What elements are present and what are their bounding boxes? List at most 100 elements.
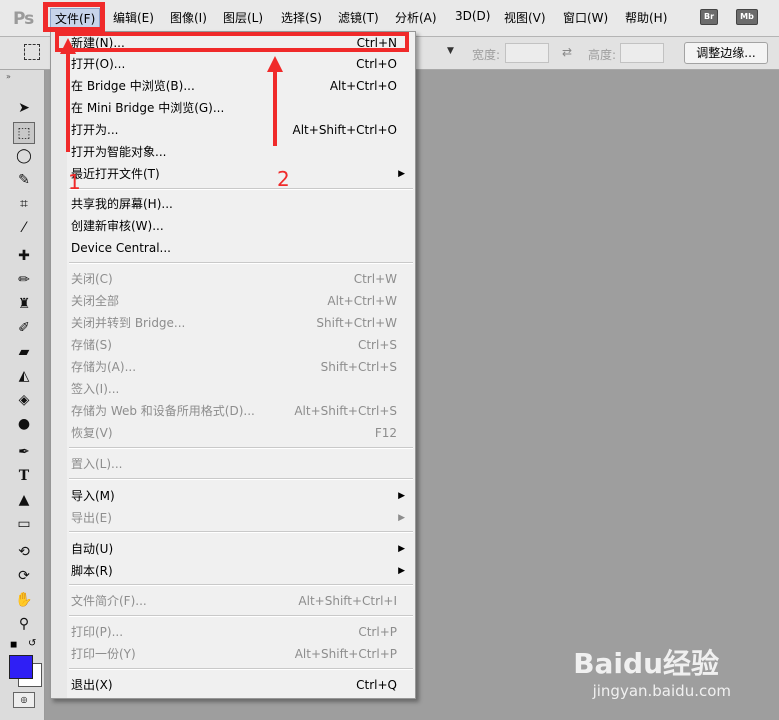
menu-item-automate[interactable]: 自动(U) ▶ (71, 539, 411, 559)
annotation-number-1: 1 (68, 170, 81, 194)
menu-analysis[interactable]: 分析(A) (395, 9, 437, 26)
blur-tool-icon[interactable]: ◈ (13, 390, 35, 410)
brush-tool-icon[interactable]: ✏ (13, 270, 35, 290)
submenu-arrow-icon: ▶ (398, 544, 405, 554)
menu-window[interactable]: 窗口(W) (563, 9, 608, 26)
file-menu-dropdown: 新建(N)... Ctrl+N 打开(O)... Ctrl+O 在 Bridge 中… (50, 31, 416, 699)
healing-brush-tool-icon[interactable]: ✚ (13, 246, 35, 266)
menu-item-close-go-bridge[interactable]: 关闭并转到 Bridge... Shift+Ctrl+W (71, 313, 411, 333)
toolbox: » ➤ ⬚ ◯ ✎ ⌗ ⁄ ✚ ✏ ♜ ✐ ▰ ◭ ◈ ● ✒ T ▲ ▭ ⟲ … (0, 70, 45, 720)
menu-item-save-as[interactable]: 存储为(A)... Shift+Ctrl+S (71, 357, 411, 377)
menu-image[interactable]: 图像(I) (170, 9, 207, 26)
submenu-arrow-icon: ▶ (398, 513, 405, 523)
menu-help[interactable]: 帮助(H) (625, 9, 667, 26)
menu-item-share-screen[interactable]: 共享我的屏幕(H)... (71, 194, 411, 214)
clone-stamp-tool-icon[interactable]: ♜ (13, 294, 35, 314)
history-brush-tool-icon[interactable]: ✐ (13, 318, 35, 338)
menu-separator (69, 478, 413, 480)
style-dropdown-icon[interactable]: ▼ (447, 46, 454, 56)
zoom-tool-icon[interactable]: ⚲ (13, 614, 35, 634)
menu-item-print[interactable]: 打印(P)... Ctrl+P (71, 622, 411, 642)
swap-icon[interactable]: ⇄ (562, 45, 572, 59)
menu-separator (69, 188, 413, 190)
menu-item-open[interactable]: 打开(O)... Ctrl+O (71, 54, 411, 74)
default-colors-icon[interactable]: ◼ (10, 640, 17, 650)
marquee-preset-icon[interactable] (24, 44, 40, 60)
menu-layer[interactable]: 图层(L) (223, 9, 263, 26)
3d-orbit-tool-icon[interactable]: ⟳ (13, 566, 35, 586)
paint-bucket-tool-icon[interactable]: ◭ (13, 366, 35, 386)
menu-item-save-for-web[interactable]: 存储为 Web 和设备所用格式(D)... Alt+Shift+Ctrl+S (71, 401, 411, 421)
menu-item-open-smart-object[interactable]: 打开为智能对象... (71, 142, 411, 162)
pen-tool-icon[interactable]: ✒ (13, 442, 35, 462)
arrow-head-1-icon (60, 38, 76, 54)
menu-3d[interactable]: 3D(D) (455, 9, 490, 23)
menu-item-device-central[interactable]: Device Central... (71, 238, 411, 258)
height-label: 高度: (588, 48, 617, 62)
3d-rotate-tool-icon[interactable]: ⟲ (13, 542, 35, 562)
path-selection-tool-icon[interactable]: ▲ (13, 490, 35, 510)
menu-item-export[interactable]: 导出(E) ▶ (71, 508, 411, 528)
menu-item-place[interactable]: 置入(L)... (71, 454, 411, 474)
menu-filter[interactable]: 滤镜(T) (338, 9, 379, 26)
quick-mask-icon[interactable]: ◎ (13, 692, 35, 708)
dodge-tool-icon[interactable]: ● (13, 414, 35, 434)
menu-item-revert[interactable]: 恢复(V) F12 (71, 423, 411, 443)
eraser-tool-icon[interactable]: ▰ (13, 342, 35, 362)
annotation-arrow-2 (273, 70, 277, 146)
swap-colors-icon[interactable]: ↺ (28, 638, 36, 649)
menu-item-browse-mini-bridge[interactable]: 在 Mini Bridge 中浏览(G)... (71, 98, 411, 118)
type-tool-icon[interactable]: T (13, 466, 35, 486)
menu-separator (69, 447, 413, 449)
menu-item-recent-files[interactable]: 最近打开文件(T) ▶ (71, 164, 411, 184)
shape-tool-icon[interactable]: ▭ (13, 514, 35, 534)
highlight-new-item (55, 32, 409, 52)
menu-item-close-all[interactable]: 关闭全部 Alt+Ctrl+W (71, 291, 411, 311)
quick-select-tool-icon[interactable]: ✎ (13, 170, 35, 190)
lasso-tool-icon[interactable]: ◯ (13, 146, 35, 166)
menu-item-browse-bridge[interactable]: 在 Bridge 中浏览(B)... Alt+Ctrl+O (71, 76, 411, 96)
menu-separator (69, 262, 413, 264)
baidu-watermark: Baidu经验 jingyan.baidu.com (569, 642, 769, 712)
menu-edit[interactable]: 编辑(E) (113, 9, 154, 26)
eyedropper-tool-icon[interactable]: ⁄ (13, 218, 35, 238)
submenu-arrow-icon: ▶ (398, 169, 405, 179)
menu-separator (69, 615, 413, 617)
menu-item-close[interactable]: 关闭(C) Ctrl+W (71, 269, 411, 289)
menu-item-exit[interactable]: 退出(X) Ctrl+Q (71, 675, 411, 695)
photoshop-logo: Ps (13, 9, 34, 29)
arrow-head-2-icon (267, 56, 283, 72)
highlight-file-menu (43, 2, 105, 32)
move-tool-icon[interactable]: ➤ (13, 98, 35, 118)
menu-item-check-in[interactable]: 签入(I)... (71, 379, 411, 399)
menu-gutter (51, 32, 67, 698)
menu-item-create-review[interactable]: 创建新审核(W)... (71, 216, 411, 236)
hand-tool-icon[interactable]: ✋ (13, 590, 35, 610)
watermark-url: jingyan.baidu.com (592, 682, 731, 700)
menu-item-save[interactable]: 存储(S) Ctrl+S (71, 335, 411, 355)
menu-item-file-info[interactable]: 文件简介(F)... Alt+Shift+Ctrl+I (71, 591, 411, 611)
width-label: 宽度: (472, 48, 501, 62)
refine-edge-button[interactable]: 调整边缘... (684, 42, 768, 64)
menu-view[interactable]: 视图(V) (504, 9, 546, 26)
menu-select[interactable]: 选择(S) (281, 9, 322, 26)
height-field[interactable] (620, 43, 664, 63)
submenu-arrow-icon: ▶ (398, 566, 405, 576)
menu-separator (69, 584, 413, 586)
submenu-arrow-icon: ▶ (398, 491, 405, 501)
annotation-number-2: 2 (277, 167, 290, 191)
watermark-brand: Baidu经验 (573, 647, 719, 680)
crop-tool-icon[interactable]: ⌗ (13, 194, 35, 214)
bridge-button[interactable]: Br (700, 9, 718, 25)
menu-item-open-as[interactable]: 打开为... Alt+Shift+Ctrl+O (71, 120, 411, 140)
menu-item-import[interactable]: 导入(M) ▶ (71, 486, 411, 506)
menu-item-scripts[interactable]: 脚本(R) ▶ (71, 561, 411, 581)
collapse-icon[interactable]: » (6, 72, 11, 81)
marquee-tool-icon[interactable]: ⬚ (13, 122, 35, 144)
menu-item-print-one-copy[interactable]: 打印一份(Y) Alt+Shift+Ctrl+P (71, 644, 411, 664)
menu-separator (69, 668, 413, 670)
foreground-color-swatch[interactable] (9, 655, 33, 679)
width-field[interactable] (505, 43, 549, 63)
annotation-arrow-1 (66, 52, 70, 152)
mini-bridge-button[interactable]: Mb (736, 9, 758, 25)
